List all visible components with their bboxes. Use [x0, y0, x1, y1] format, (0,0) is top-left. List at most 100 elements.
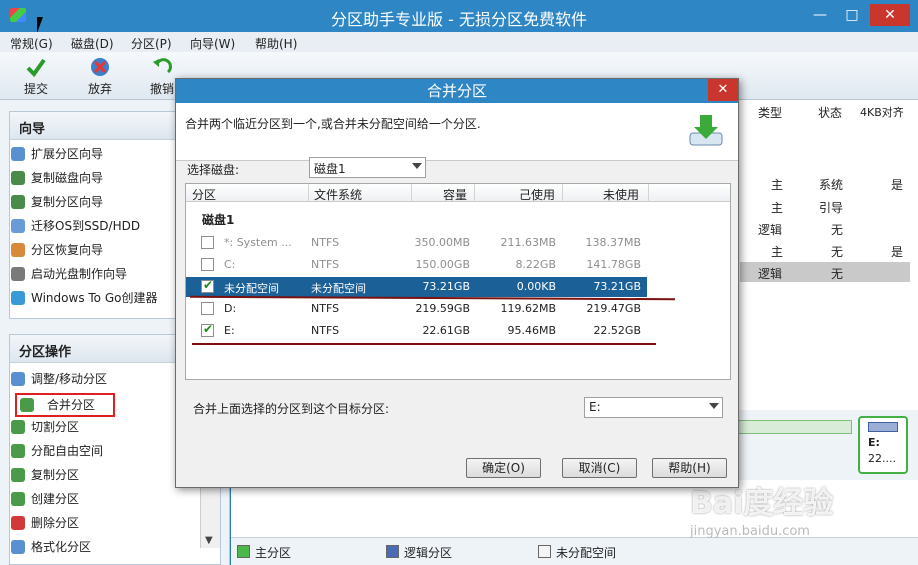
wizard-windows-to-go[interactable]: Windows To Go创建器 — [9, 288, 157, 308]
wizard-extend-partition[interactable]: 扩展分区向导 — [9, 144, 103, 164]
wizard-bootable-cd[interactable]: 启动光盘制作向导 — [9, 264, 127, 284]
table-header: 分区 文件系统 容量 己使用 未使用 — [186, 184, 730, 202]
minimize-button[interactable]: — — [806, 4, 834, 26]
table-row[interactable]: D: NTFS 219.59GB 119.62MB 219.47GB — [186, 299, 730, 319]
chevron-down-icon[interactable]: ▼ — [205, 535, 213, 546]
swatch — [237, 545, 250, 558]
op-delete-partition[interactable]: 删除分区 — [9, 513, 79, 533]
menu-partition[interactable]: 分区(P) — [131, 35, 172, 52]
wizard-partition-recovery[interactable]: 分区恢复向导 — [9, 240, 103, 260]
row-name: C: — [224, 258, 236, 271]
menu-bar: 常规(G) 磁盘(D) 分区(P) 向导(W) 帮助(H) — [0, 32, 918, 52]
watermark-url: jingyan.baidu.com — [690, 524, 810, 539]
item-label: 合并分区 — [47, 398, 96, 412]
row-cap: 350.00MB — [414, 236, 470, 249]
menu-wizard[interactable]: 向导(W) — [190, 35, 235, 52]
maximize-button[interactable]: □ — [838, 4, 866, 26]
item-label: 分配自由空间 — [31, 444, 104, 458]
target-partition-dropdown[interactable]: E: — [584, 397, 723, 418]
table-row-selected[interactable]: 未分配空间 未分配空间 73.21GB 0.00KB 73.21GB — [186, 277, 647, 297]
copy-partition-icon — [11, 195, 25, 209]
item-label: 分区恢复向导 — [31, 243, 104, 257]
cell: 逻辑 — [758, 223, 783, 237]
wizard-migrate-os[interactable]: 迁移OS到SSD/HDD — [9, 216, 140, 236]
discard-icon — [91, 58, 109, 76]
col-type-header[interactable]: 类型 — [758, 104, 782, 124]
migrate-icon — [11, 219, 25, 233]
col-filesystem[interactable]: 文件系统 — [314, 186, 362, 203]
col-separator — [308, 184, 309, 202]
close-button[interactable]: ✕ — [870, 4, 910, 26]
op-merge-partition[interactable]: 合并分区 — [15, 393, 115, 417]
disk-bar[interactable] — [738, 420, 852, 434]
row-fs: 未分配空间 — [311, 282, 366, 295]
table-row[interactable]: C: NTFS 150.00GB 8.22GB 141.78GB — [186, 255, 730, 275]
menu-disk[interactable]: 磁盘(D) — [71, 35, 114, 52]
col-capacity[interactable]: 容量 — [443, 186, 467, 203]
cell: 逻辑 — [758, 267, 783, 281]
partition-e-block[interactable]: E: 22.... — [858, 416, 908, 474]
swatch — [538, 545, 551, 558]
op-create-partition[interactable]: 创建分区 — [9, 489, 79, 509]
row-checkbox[interactable] — [201, 278, 214, 293]
create-icon — [11, 492, 25, 506]
usage-bar — [868, 422, 898, 432]
op-copy-partition[interactable]: 复制分区 — [9, 465, 79, 485]
table-row[interactable]: *: System ... NTFS 350.00MB 211.63MB 138… — [186, 233, 730, 253]
cell: 无 — [831, 223, 844, 237]
col-separator — [474, 184, 475, 202]
ok-button[interactable]: 确定(O) — [466, 458, 541, 478]
col-4k-header[interactable]: 4KB对齐 — [860, 104, 904, 124]
cell: 是 — [891, 178, 904, 192]
row-cap: 73.21GB — [422, 280, 470, 293]
cell: 无 — [831, 245, 844, 259]
undo-icon — [153, 58, 172, 74]
windows-icon — [11, 291, 25, 305]
legend-logical: 逻辑分区 — [386, 544, 452, 561]
menu-general[interactable]: 常规(G) — [10, 35, 53, 52]
row-name: D: — [224, 302, 237, 315]
col-separator — [411, 184, 412, 202]
op-allocate-free-space[interactable]: 分配自由空间 — [9, 441, 103, 461]
op-format-partition[interactable]: 格式化分区 — [9, 537, 91, 557]
merge-disk-icon — [689, 115, 723, 146]
recovery-icon — [11, 243, 25, 257]
row-checkbox[interactable] — [201, 322, 214, 337]
col-used[interactable]: 己使用 — [519, 186, 555, 203]
dialog-close-button[interactable]: ✕ — [708, 79, 738, 101]
cell: 无 — [831, 267, 844, 281]
discard-button[interactable]: 放弃 — [78, 54, 122, 97]
disk-dropdown[interactable]: 磁盘1 — [309, 157, 426, 178]
commit-button[interactable]: 提交 — [14, 54, 58, 97]
disk-group-label: 磁盘1 — [202, 213, 235, 227]
undo-label: 撤销 — [149, 82, 174, 96]
legend-label: 逻辑分区 — [404, 546, 453, 560]
extend-icon — [11, 147, 25, 161]
col-partition[interactable]: 分区 — [192, 186, 216, 203]
item-label: 切割分区 — [31, 420, 80, 434]
row-fs: NTFS — [311, 236, 340, 249]
allocate-icon — [11, 444, 25, 458]
row-checkbox[interactable] — [201, 258, 214, 271]
watermark: Bai度经验 jingyan.baidu.com — [690, 478, 890, 548]
menu-help[interactable]: 帮助(H) — [255, 35, 297, 52]
op-resize-move[interactable]: 调整/移动分区 — [9, 369, 107, 389]
item-label: 复制磁盘向导 — [31, 171, 104, 185]
wizard-copy-disk[interactable]: 复制磁盘向导 — [9, 168, 103, 188]
item-label: 删除分区 — [31, 516, 80, 530]
row-checkbox[interactable] — [201, 302, 214, 315]
op-split-partition[interactable]: 切割分区 — [9, 417, 79, 437]
cell: 主 — [771, 201, 784, 215]
wizard-copy-partition[interactable]: 复制分区向导 — [9, 192, 103, 212]
cancel-button[interactable]: 取消(C) — [562, 458, 637, 478]
col-separator — [648, 184, 649, 202]
row-cap: 22.61GB — [422, 324, 470, 337]
table-row[interactable]: E: NTFS 22.61GB 95.46MB 22.52GB — [186, 321, 730, 341]
dialog-description-area: 合并两个临近分区到一个,或合并未分配空间给一个分区. — [176, 103, 738, 161]
row-fs: NTFS — [311, 324, 340, 337]
col-unused[interactable]: 未使用 — [603, 186, 639, 203]
row-checkbox[interactable] — [201, 236, 214, 249]
col-status-header[interactable]: 状态 — [818, 104, 842, 124]
help-button[interactable]: 帮助(H) — [652, 458, 727, 478]
row-used: 119.62MB — [500, 302, 556, 315]
